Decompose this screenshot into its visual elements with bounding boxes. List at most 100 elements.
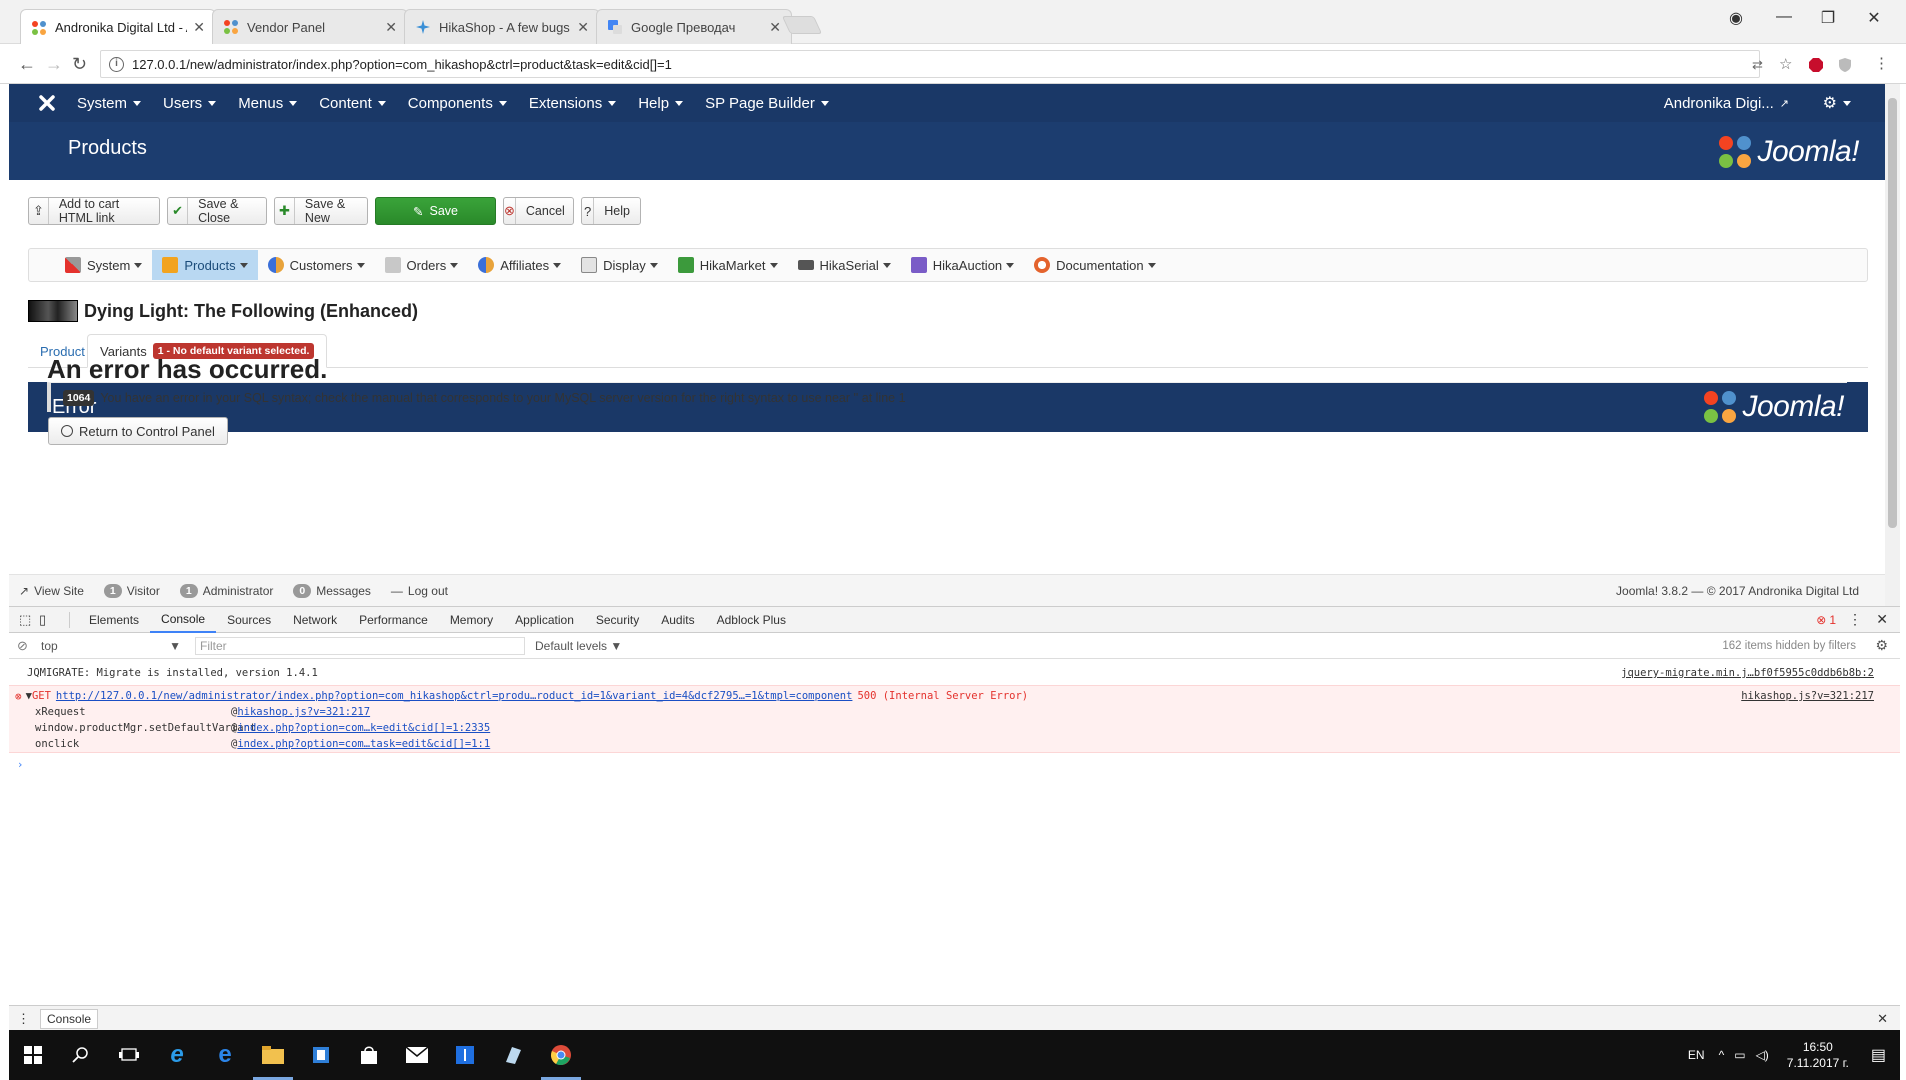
store-icon[interactable] bbox=[345, 1030, 393, 1080]
administrators-indicator[interactable]: 1 Administrator bbox=[179, 583, 273, 598]
windows-start-icon[interactable] bbox=[9, 1030, 57, 1080]
devtools-tab-elements[interactable]: Elements bbox=[78, 607, 150, 633]
cancel-button[interactable]: ⊗ Cancel bbox=[503, 197, 574, 225]
office-app-icon[interactable] bbox=[297, 1030, 345, 1080]
inspect-element-icon[interactable]: ⬚ bbox=[19, 612, 39, 628]
return-to-control-panel-button[interactable]: Return to Control Panel bbox=[48, 417, 228, 445]
close-window-icon[interactable]: ✕ bbox=[1854, 8, 1894, 28]
minimize-icon[interactable]: — bbox=[1764, 8, 1804, 26]
hikamenu-customers[interactable]: Customers bbox=[258, 250, 375, 280]
translate-icon[interactable]: ⇄ bbox=[1752, 57, 1763, 73]
error-request-url[interactable]: http://127.0.0.1/new/administrator/index… bbox=[56, 690, 853, 702]
close-drawer-icon[interactable]: ✕ bbox=[1877, 1011, 1888, 1027]
bookmark-star-icon[interactable]: ☆ bbox=[1779, 55, 1792, 73]
address-bar[interactable]: i 127.0.0.1/new/administrator/index.php?… bbox=[100, 50, 1760, 78]
hikamenu-affiliates[interactable]: Affiliates bbox=[468, 250, 571, 280]
devtools-tab-application[interactable]: Application bbox=[504, 607, 585, 633]
task-view-icon[interactable] bbox=[105, 1030, 153, 1080]
nav-users[interactable]: Users bbox=[163, 95, 217, 112]
shield-extension-icon[interactable] bbox=[1838, 57, 1852, 73]
forward-arrow-icon[interactable]: → bbox=[45, 54, 63, 75]
stack-frame-link[interactable]: index.php?option=com…k=edit&cid[]=1:2335 bbox=[237, 722, 490, 734]
close-tab-icon[interactable]: ✕ bbox=[193, 19, 205, 36]
tips-app-icon[interactable] bbox=[441, 1030, 489, 1080]
visitors-indicator[interactable]: 1 Visitor bbox=[103, 583, 160, 598]
taskbar-clock[interactable]: 16:50 7.11.2017 г. bbox=[1787, 1039, 1849, 1071]
nav-content[interactable]: Content bbox=[319, 95, 386, 112]
internet-explorer-icon[interactable]: e bbox=[153, 1030, 201, 1080]
chrome-browser-icon[interactable] bbox=[537, 1030, 585, 1080]
joomla-logo-icon[interactable] bbox=[29, 94, 65, 112]
drawer-menu-icon[interactable]: ⋮ bbox=[17, 1011, 30, 1027]
devtools-tab-sources[interactable]: Sources bbox=[216, 607, 282, 633]
save-new-button[interactable]: ✚ Save & New bbox=[274, 197, 368, 225]
error-counter[interactable]: ⊗ 1 bbox=[1816, 613, 1836, 627]
nav-extensions[interactable]: Extensions bbox=[529, 95, 617, 112]
add-to-cart-html-link-button[interactable]: ⇪ Add to cart HTML link bbox=[28, 197, 160, 225]
browser-tab-vendor-panel[interactable]: Vendor Panel ✕ bbox=[212, 9, 408, 44]
browser-menu-icon[interactable]: ⋮ bbox=[1874, 54, 1889, 72]
file-explorer-icon[interactable] bbox=[249, 1030, 297, 1080]
site-info-icon[interactable]: i bbox=[109, 56, 124, 72]
nav-help[interactable]: Help bbox=[638, 95, 684, 112]
save-button[interactable]: ✎ Save bbox=[375, 197, 496, 225]
logout-link[interactable]: — Log out bbox=[391, 584, 448, 598]
save-close-button[interactable]: ✔ Save & Close bbox=[167, 197, 267, 225]
error-source-link[interactable]: hikashop.js?v=321:217 bbox=[1741, 690, 1874, 702]
hikamenu-system[interactable]: System bbox=[55, 250, 152, 280]
browser-tab-google-translate[interactable]: Google Преводач ✕ bbox=[596, 9, 792, 44]
hikamenu-documentation[interactable]: Documentation bbox=[1024, 250, 1165, 280]
log-source-link[interactable]: jquery-migrate.min.j…bf0f5955c0ddb6b8b:2 bbox=[1621, 667, 1874, 679]
devtools-tab-network[interactable]: Network bbox=[282, 607, 348, 633]
adblock-plus-icon[interactable] bbox=[1808, 57, 1824, 73]
hikamenu-hikaserial[interactable]: HikaSerial bbox=[788, 250, 901, 280]
site-name-link[interactable]: Andronika Digi... ↗ bbox=[1664, 95, 1789, 112]
device-toolbar-icon[interactable]: ▯ bbox=[39, 612, 61, 628]
devtools-tab-memory[interactable]: Memory bbox=[439, 607, 504, 633]
hikamenu-products[interactable]: Products bbox=[152, 250, 258, 280]
profile-icon[interactable]: ◉ bbox=[1716, 8, 1756, 28]
edge-browser-icon[interactable]: e bbox=[201, 1030, 249, 1080]
back-arrow-icon[interactable]: ← bbox=[18, 54, 36, 75]
volume-icon[interactable]: ◁) bbox=[1756, 1048, 1769, 1062]
console-settings-gear-icon[interactable]: ⚙ bbox=[1875, 637, 1888, 654]
devtools-menu-icon[interactable]: ⋮ bbox=[1848, 611, 1862, 628]
nav-sp-page-builder[interactable]: SP Page Builder bbox=[705, 95, 829, 112]
messages-indicator[interactable]: 0 Messages bbox=[293, 583, 371, 598]
browser-tab-hikashop[interactable]: HikaShop - A few bugs o ✕ bbox=[404, 9, 600, 44]
stack-frame-link[interactable]: hikashop.js?v=321:217 bbox=[237, 706, 370, 718]
close-tab-icon[interactable]: ✕ bbox=[385, 19, 397, 36]
input-language[interactable]: EN bbox=[1688, 1048, 1705, 1062]
clear-console-icon[interactable]: ⊘ bbox=[17, 638, 28, 654]
restore-icon[interactable]: ❐ bbox=[1808, 8, 1848, 28]
close-devtools-icon[interactable]: ✕ bbox=[1876, 611, 1888, 628]
hikamenu-display[interactable]: Display bbox=[571, 250, 668, 280]
mail-icon[interactable] bbox=[393, 1030, 441, 1080]
browser-tab-andronika[interactable]: Andronika Digital Ltd - A ✕ bbox=[20, 9, 216, 45]
nav-components[interactable]: Components bbox=[408, 95, 507, 112]
network-icon[interactable]: ▭ bbox=[1734, 1048, 1745, 1062]
scrollbar-thumb[interactable] bbox=[1888, 98, 1897, 528]
devtools-tab-performance[interactable]: Performance bbox=[348, 607, 439, 633]
devtools-tab-audits[interactable]: Audits bbox=[650, 607, 705, 633]
page-scrollbar[interactable] bbox=[1885, 84, 1900, 606]
console-filter-input[interactable]: Filter bbox=[195, 636, 525, 655]
log-levels-dropdown[interactable]: Default levels ▼ bbox=[535, 639, 622, 653]
action-center-icon[interactable]: ▤ bbox=[1871, 1045, 1886, 1065]
nav-system[interactable]: System bbox=[77, 95, 142, 112]
close-tab-icon[interactable]: ✕ bbox=[769, 19, 781, 36]
show-hidden-icons-icon[interactable]: ^ bbox=[1719, 1048, 1725, 1062]
console-prompt[interactable]: › bbox=[9, 757, 1900, 773]
devtools-tab-console[interactable]: Console bbox=[150, 607, 217, 633]
nav-menus[interactable]: Menus bbox=[238, 95, 298, 112]
stack-frame-link[interactable]: index.php?option=com…task=edit&cid[]=1:1 bbox=[237, 738, 490, 750]
user-settings-gear-icon[interactable]: ⚙ bbox=[1823, 93, 1851, 113]
hikamenu-hikaauction[interactable]: HikaAuction bbox=[901, 250, 1024, 280]
drawer-tab-console[interactable]: Console bbox=[40, 1008, 99, 1029]
notes-app-icon[interactable] bbox=[489, 1030, 537, 1080]
help-button[interactable]: ? Help bbox=[581, 197, 641, 225]
close-tab-icon[interactable]: ✕ bbox=[577, 19, 589, 36]
search-icon[interactable] bbox=[57, 1030, 105, 1080]
devtools-tab-adblock-plus[interactable]: Adblock Plus bbox=[706, 607, 797, 633]
context-selector[interactable]: top ▼ bbox=[41, 639, 181, 653]
